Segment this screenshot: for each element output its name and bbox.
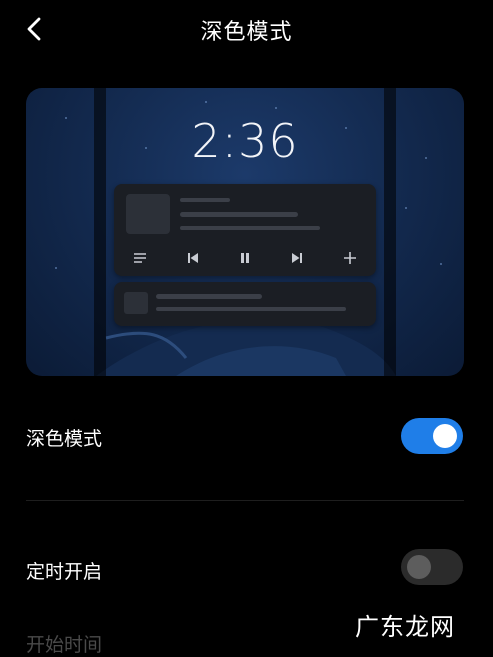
- header: 深色模式: [0, 0, 493, 58]
- notification-card: [114, 282, 376, 326]
- media-controls: [114, 246, 376, 270]
- album-art-placeholder: [126, 194, 170, 234]
- toggle-knob: [407, 555, 431, 579]
- watermark: 广东龙网: [355, 613, 455, 641]
- dark-mode-label: 深色模式: [26, 428, 103, 450]
- next-icon: [287, 248, 307, 268]
- toggle-knob: [433, 424, 457, 448]
- dark-mode-preview: 2:36: [26, 88, 464, 376]
- dark-mode-toggle[interactable]: [401, 418, 463, 454]
- text-placeholder: [156, 294, 262, 299]
- divider: [26, 500, 464, 501]
- notification-icon-placeholder: [124, 292, 148, 314]
- text-placeholder: [180, 226, 320, 230]
- pause-icon: [235, 248, 255, 268]
- start-time-label[interactable]: 开始时间: [26, 630, 102, 657]
- preview-clock: 2:36: [191, 114, 299, 168]
- page-title: 深色模式: [200, 20, 293, 45]
- scheduled-toggle[interactable]: [401, 549, 463, 585]
- text-placeholder: [156, 307, 346, 311]
- scheduled-label: 定时开启: [26, 561, 103, 583]
- text-placeholder: [180, 198, 230, 202]
- text-placeholder: [180, 212, 298, 217]
- plus-icon: [340, 248, 360, 268]
- menu-icon: [130, 248, 150, 268]
- previous-icon: [183, 248, 203, 268]
- media-notification-card: [114, 184, 376, 276]
